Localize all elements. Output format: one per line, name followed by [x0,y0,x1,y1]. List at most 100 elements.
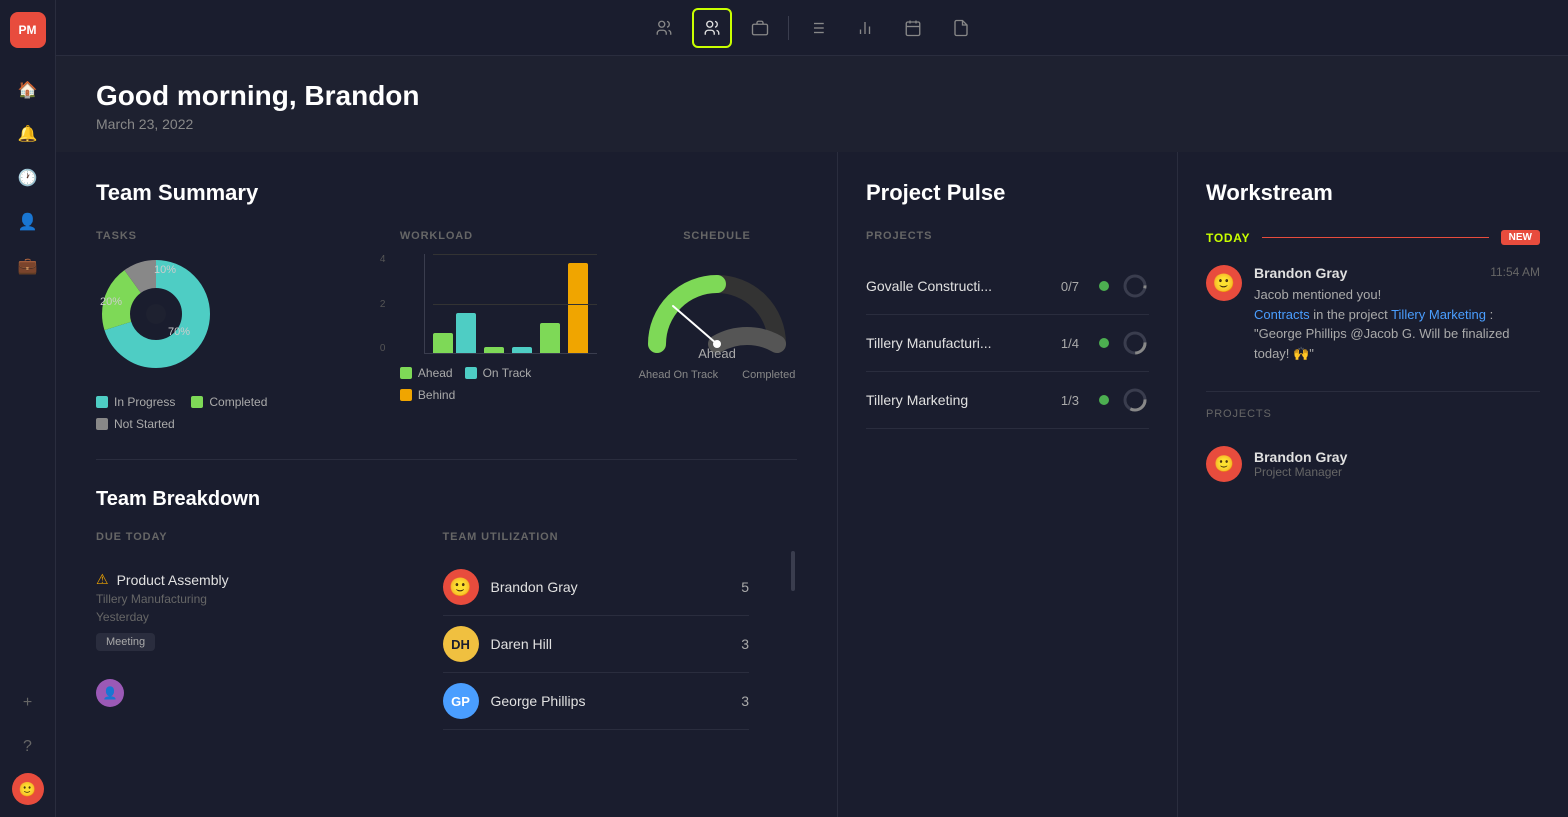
user-avatar[interactable]: 🙂 [12,773,44,805]
project-item-1[interactable]: Govalle Constructi... 0/7 [866,258,1149,315]
team-summary-title: Team Summary [96,180,797,206]
progress-ring-1 [1121,272,1149,300]
legend-dot-behind [400,389,412,401]
workload-chart-section: WORKLOAD 4 2 0 [400,230,597,402]
warning-icon: ⚠ [96,571,109,588]
workstream-message-1: 🙂 Brandon Gray 11:54 AM Jacob mentioned … [1206,265,1540,363]
ws-sender-name: Brandon Gray [1254,265,1347,281]
progress-ring-2 [1121,329,1149,357]
project-name-3: Tillery Marketing [866,392,1049,408]
page-header: Good morning, Brandon March 23, 2022 [56,56,1568,152]
legend-dot-inprogress [96,396,108,408]
nav-team[interactable] [644,8,684,48]
nav-team-active[interactable] [692,8,732,48]
project-progress-2: 1/4 [1061,336,1079,351]
legend-dot-ahead [400,367,412,379]
project-progress-1: 0/7 [1061,279,1079,294]
left-panel: Team Summary TASKS [56,152,838,817]
nav-briefcase[interactable] [740,8,780,48]
pie-chart-wrapper: 10% 20% 70% [96,254,360,379]
daren-avatar: DH [443,626,479,662]
project-name-1: Govalle Constructi... [866,278,1049,294]
bar-chart-wrapper: 4 2 0 [400,254,597,354]
pie-label-completed: 20% [100,296,122,308]
util-item-daren[interactable]: DH Daren Hill 3 [443,616,750,673]
bar-ahead-1 [433,333,453,353]
team-util-label: TEAM UTILIZATION [443,531,750,543]
greeting-title: Good morning, Brandon [96,80,1528,112]
ws-message-time: 11:54 AM [1490,265,1540,281]
george-name: George Phillips [491,693,730,709]
today-label: TODAY [1206,231,1250,245]
nav-list[interactable] [797,8,837,48]
ws-brandon-name: Brandon Gray [1254,449,1347,465]
sidebar-portfolio[interactable]: 💼 [10,248,46,284]
daren-count: 3 [741,636,749,652]
project-pulse-title: Project Pulse [866,180,1149,206]
sidebar-people[interactable]: 👤 [10,204,46,240]
sidebar-notifications[interactable]: 🔔 [10,116,46,152]
nav-chart[interactable] [845,8,885,48]
new-badge: NEW [1501,230,1540,245]
app-logo[interactable]: PM [10,12,46,48]
project-item-2[interactable]: Tillery Manufacturi... 1/4 [866,315,1149,372]
brandon-name: Brandon Gray [491,579,730,595]
progress-ring-3 [1121,386,1149,414]
sidebar: PM 🏠 🔔 🕐 👤 💼 + ? 🙂 [0,0,56,817]
bar-ahead-2 [484,347,504,353]
workstream-header: TODAY NEW [1206,230,1540,245]
due-today-col: DUE TODAY ⚠ Product Assembly Tillery Man… [96,531,403,730]
bar-group-5 [568,263,588,353]
legend-dot-ontrack [465,367,477,379]
gauge-status: Ahead [698,346,736,361]
ws-brandon-avatar: 🙂 [1206,446,1242,482]
project-name-2: Tillery Manufacturi... [866,335,1049,351]
team-breakdown-title: Team Breakdown [96,488,797,511]
due-today-label: DUE TODAY [96,531,403,543]
top-nav [56,0,1568,56]
avatar-partial: 👤 [96,679,124,707]
legend-dot-completed [191,396,203,408]
legend-dot-notstarted [96,418,108,430]
breakdown-row: DUE TODAY ⚠ Product Assembly Tillery Man… [96,531,797,730]
legend-ahead: Ahead [400,366,453,380]
nav-calendar[interactable] [893,8,933,48]
workstream-title: Workstream [1206,180,1540,206]
project-item-3[interactable]: Tillery Marketing 1/3 [866,372,1149,429]
section-divider [96,459,797,460]
tasks-chart-section: TASKS 10% [96,230,360,431]
bar-ontrack-3 [512,347,532,353]
due-item-header: ⚠ Product Assembly [96,571,403,588]
workstream-projects-section: PROJECTS 🙂 Brandon Gray Project Manager [1206,391,1540,492]
scrollbar-area [789,531,797,730]
ws-project-brandon[interactable]: 🙂 Brandon Gray Project Manager [1206,436,1540,492]
util-item-brandon[interactable]: 🙂 Brandon Gray 5 [443,559,750,616]
ws-link-tillery[interactable]: Tillery Marketing [1391,307,1486,322]
sidebar-help[interactable]: ? [10,729,46,765]
sidebar-home[interactable]: 🏠 [10,72,46,108]
ws-link-contracts[interactable]: Contracts [1254,307,1310,322]
nav-doc[interactable] [941,8,981,48]
sidebar-time[interactable]: 🕐 [10,160,46,196]
bar-ahead-4 [540,323,560,353]
legend-label-ontrack: On Track [483,366,532,380]
nav-divider [788,16,789,40]
middle-panel: Project Pulse PROJECTS Govalle Construct… [838,152,1178,817]
scrollbar-thumb[interactable] [791,551,795,591]
ws-message-header: Brandon Gray 11:54 AM [1254,265,1540,281]
ws-projects-label: PROJECTS [1206,408,1540,420]
bar-chart-area [424,254,597,354]
legend-on-track: On Track [465,366,532,380]
legend-label-inprogress: In Progress [114,395,175,409]
due-item-company: Tillery Manufacturing [96,592,403,606]
legend-behind: Behind [400,388,455,402]
team-utilization-col: TEAM UTILIZATION 🙂 Brandon Gray 5 DH Dar… [443,531,750,730]
ws-text-between: in the project [1313,307,1391,322]
gauge-label-completed: Completed [742,369,795,381]
bar-behind-5 [568,263,588,353]
due-item-1[interactable]: ⚠ Product Assembly Tillery Manufacturing… [96,559,403,663]
daren-name: Daren Hill [491,636,730,652]
util-item-george[interactable]: GP George Phillips 3 [443,673,750,730]
sidebar-add[interactable]: + [10,685,46,721]
due-item-tag: Meeting [96,633,155,651]
